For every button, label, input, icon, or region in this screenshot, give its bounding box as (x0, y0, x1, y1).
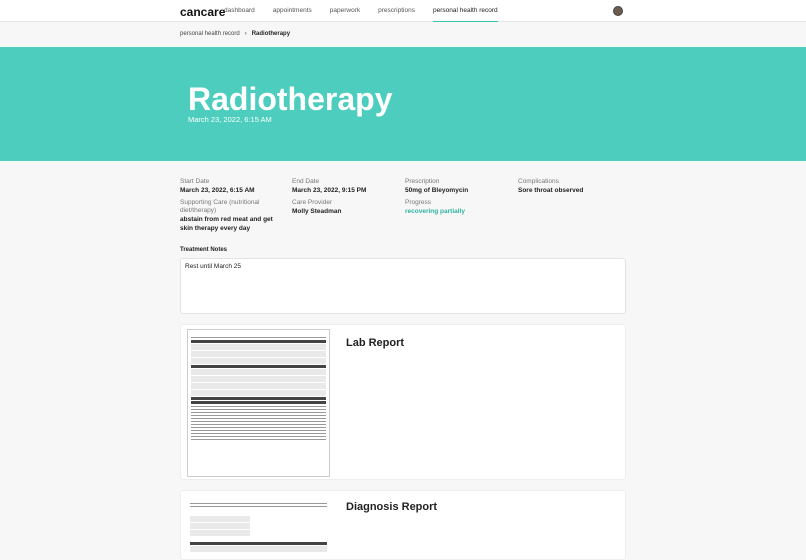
treatment-notes-box[interactable]: Rest until March 25 (180, 258, 626, 314)
hero-banner: Radiotherapy March 23, 2022, 6:15 AM (0, 47, 806, 161)
nav-prescriptions[interactable]: prescriptions (378, 0, 415, 22)
end-date-label: End Date (292, 178, 320, 185)
avatar[interactable] (613, 6, 623, 16)
detail-column-2: End Date March 23, 2022, 9:15 PM Care Pr… (292, 178, 397, 220)
diagnosis-report-title: Diagnosis Report (346, 501, 438, 513)
diagnosis-report-card[interactable]: Diagnosis Report (180, 490, 626, 560)
supporting-care-value: abstain from red meat and get skin thera… (180, 216, 273, 232)
detail-column-1: Start Date March 23, 2022, 6:15 AM Suppo… (180, 178, 285, 237)
breadcrumb-current: Radiotherapy (251, 31, 291, 37)
detail-column-3: Prescription 50mg of Bleyomycin Progress… (405, 178, 510, 220)
nav-appointments[interactable]: appointments (273, 0, 312, 22)
breadcrumb-parent[interactable]: personal health record (180, 31, 240, 37)
brand-logo[interactable]: cancare (180, 5, 225, 19)
care-provider-label: Care Provider (292, 199, 333, 206)
page-title: Radiotherapy (188, 81, 393, 117)
nav-dashboard[interactable]: dashboard (224, 0, 255, 22)
lab-report-title: Lab Report (346, 337, 405, 349)
nav-personal-health-record[interactable]: personal health record (432, 0, 498, 22)
progress-label: Progress (405, 199, 432, 206)
lab-report-card[interactable]: Lab Report (180, 324, 626, 480)
prescription-value: 50mg of Bleyomycin (405, 187, 469, 194)
end-date-value: March 23, 2022, 9:15 PM (292, 187, 367, 194)
lab-report-thumbnail[interactable] (187, 329, 330, 477)
breadcrumb-separator-icon: › (244, 31, 247, 37)
diagnosis-report-thumbnail[interactable] (187, 501, 330, 559)
nav-paperwork[interactable]: paperwork (330, 0, 360, 22)
top-nav: cancare dashboard appointments paperwork… (0, 0, 806, 22)
start-date-value: March 23, 2022, 6:15 AM (180, 187, 255, 194)
hero-date: March 23, 2022, 6:15 AM (188, 115, 272, 124)
breadcrumb: personal health record › Radiotherapy (180, 31, 290, 37)
progress-value: recovering partially (405, 208, 465, 215)
complications-value: Sore throat observed (518, 187, 584, 194)
detail-column-4: Complications Sore throat observed (518, 178, 623, 199)
care-provider-value: Molly Steadman (292, 208, 342, 215)
treatment-notes-heading: Treatment Notes (180, 247, 228, 253)
supporting-care-label: Supporting Care (nutritional diet/therap… (180, 199, 260, 214)
nav-links: dashboard appointments paperwork prescri… (224, 0, 516, 22)
prescription-label: Prescription (405, 178, 440, 185)
complications-label: Complications (518, 178, 559, 185)
start-date-label: Start Date (180, 178, 210, 185)
